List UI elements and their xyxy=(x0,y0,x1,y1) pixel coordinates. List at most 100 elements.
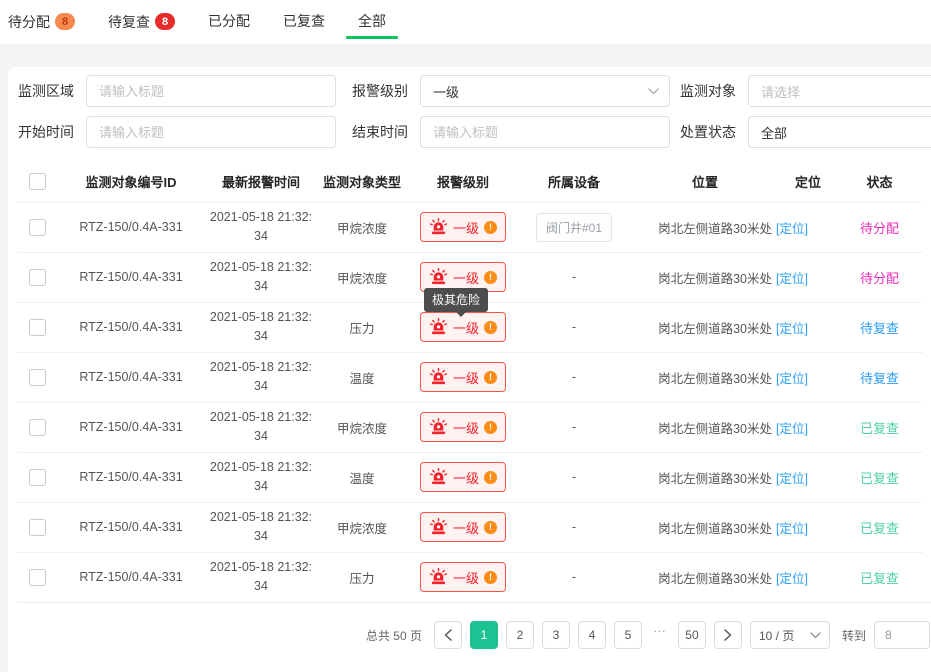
cell-location: 岗北左侧道路30米处 [定位] xyxy=(630,402,836,452)
tab-pending-assign[interactable]: 待分配 8 xyxy=(8,13,75,42)
table-body: RTZ-150/0.4A-331 2021-05-18 21:32:34 甲烷浓… xyxy=(18,202,923,602)
locate-link[interactable]: [定位] xyxy=(776,372,808,386)
page-button-50[interactable]: 50 xyxy=(678,621,706,649)
status-badge: 待分配 xyxy=(836,202,923,252)
alert-dot-icon: ! xyxy=(484,571,497,584)
siren-icon xyxy=(429,568,448,586)
table-row: RTZ-150/0.4A-331 2021-05-18 21:32:34 甲烷浓… xyxy=(18,502,923,552)
handle-status-select[interactable]: 全部 xyxy=(748,116,931,148)
row-checkbox[interactable] xyxy=(29,319,46,336)
page-button-4[interactable]: 4 xyxy=(578,621,606,649)
status-badge: 待分配 xyxy=(836,252,923,302)
jump-to-input[interactable] xyxy=(874,621,930,649)
cell-location: 岗北左侧道路30米处 [定位] xyxy=(630,452,836,502)
page-button-2[interactable]: 2 xyxy=(506,621,534,649)
cell-object-type: 温度 xyxy=(316,352,408,402)
page-size-select[interactable]: 10 / 页 xyxy=(750,621,830,649)
locate-link[interactable]: [定位] xyxy=(776,522,808,536)
tab-assigned[interactable]: 已分配 xyxy=(208,13,250,41)
alert-dot-icon: ! xyxy=(484,221,497,234)
row-checkbox[interactable] xyxy=(29,269,46,286)
alarm-management-page: 待分配 8 待复查 8 已分配 已复查 全部 监测区域 报警级别 一级 xyxy=(0,0,931,672)
siren-icon xyxy=(429,368,448,386)
cell-alarm-time: 2021-05-18 21:32:34 xyxy=(208,558,314,597)
alarm-level-badge[interactable]: 一级 ! xyxy=(420,412,506,442)
row-checkbox[interactable] xyxy=(29,419,46,436)
danger-tooltip: 极其危险 xyxy=(424,288,488,312)
alarm-level-badge[interactable]: 一级 ! xyxy=(420,562,506,592)
row-checkbox[interactable] xyxy=(29,469,46,486)
tab-label: 已复查 xyxy=(283,13,325,29)
cell-object-id: RTZ-150/0.4A-331 xyxy=(56,402,206,452)
header-object-type: 监测对象类型 xyxy=(316,162,408,202)
select-all-checkbox[interactable] xyxy=(29,173,46,190)
table-bottom-divider xyxy=(18,602,931,603)
location-text: 岗北左侧道路30米处 xyxy=(658,472,772,486)
siren-icon xyxy=(429,418,448,436)
alarm-level-text: 一级 xyxy=(453,218,479,237)
cell-alarm-time: 2021-05-18 21:32:34 xyxy=(208,508,314,547)
locate-link[interactable]: [定位] xyxy=(776,322,808,336)
row-checkbox[interactable] xyxy=(29,369,46,386)
alarm-level-select[interactable]: 一级 xyxy=(420,75,670,107)
alarm-level-badge[interactable]: 一级 ! xyxy=(420,212,506,242)
alarm-level-badge[interactable]: 一级 ! xyxy=(420,512,506,542)
locate-link[interactable]: [定位] xyxy=(776,572,808,586)
cell-object-id: RTZ-150/0.4A-331 xyxy=(56,452,206,502)
alert-dot-icon: ! xyxy=(484,421,497,434)
pagination-ellipsis[interactable]: ... xyxy=(650,621,670,649)
row-checkbox[interactable] xyxy=(29,219,46,236)
status-badge: 已复查 xyxy=(836,552,923,602)
locate-link[interactable]: [定位] xyxy=(776,222,808,236)
locate-link[interactable]: [定位] xyxy=(776,422,808,436)
prev-page-button[interactable] xyxy=(434,621,462,649)
start-time-input[interactable] xyxy=(86,116,336,148)
cell-alarm-time: 2021-05-18 21:32:34 xyxy=(208,208,314,247)
chevron-right-icon xyxy=(724,629,732,641)
chevron-down-icon xyxy=(648,88,659,95)
cell-object-type: 甲烷浓度 xyxy=(316,202,408,252)
tab-pending-recheck[interactable]: 待复查 8 xyxy=(108,13,175,42)
cell-device: 阀门井#01 xyxy=(518,202,630,252)
tab-all[interactable]: 全部 xyxy=(358,13,386,41)
alarm-level-badge[interactable]: 一级 ! xyxy=(420,462,506,492)
row-checkbox[interactable] xyxy=(29,519,46,536)
siren-icon xyxy=(429,318,448,336)
monitor-target-select[interactable]: 请选择 xyxy=(748,75,931,107)
location-text: 岗北左侧道路30米处 xyxy=(658,222,772,236)
alarm-level-badge[interactable]: 一级 ! xyxy=(420,362,506,392)
region-input[interactable] xyxy=(86,75,336,107)
alarm-level-text: 一级 xyxy=(453,268,479,287)
header-status: 状态 xyxy=(836,162,923,202)
page-button-1[interactable]: 1 xyxy=(470,621,498,649)
locate-link[interactable]: [定位] xyxy=(776,272,808,286)
cell-alarm-time: 2021-05-18 21:32:34 xyxy=(208,358,314,397)
locate-link[interactable]: [定位] xyxy=(776,472,808,486)
page-button-5[interactable]: 5 xyxy=(614,621,642,649)
end-time-input[interactable] xyxy=(420,116,670,148)
table-header-row: 监测对象编号ID 最新报警时间 监测对象类型 报警级别 所属设备 位置 定位 状… xyxy=(18,162,923,202)
header-location: 位置 xyxy=(630,162,780,202)
tab-label: 全部 xyxy=(358,13,386,29)
page-buttons-container: 12345... 50 xyxy=(470,621,706,649)
location-text: 岗北左侧道路30米处 xyxy=(658,422,772,436)
siren-icon xyxy=(429,268,448,286)
table-row: RTZ-150/0.4A-331 2021-05-18 21:32:34 甲烷浓… xyxy=(18,402,923,452)
cell-location: 岗北左侧道路30米处[定位] xyxy=(630,552,836,602)
header-device: 所属设备 xyxy=(518,162,630,202)
page-button-3[interactable]: 3 xyxy=(542,621,570,649)
tab-rechecked[interactable]: 已复查 xyxy=(283,13,325,41)
cell-location: 岗北左侧道路30米处[定位] xyxy=(630,502,836,552)
filter-row-2: 开始时间 结束时间 处置状态 全部 xyxy=(18,116,931,148)
row-checkbox[interactable] xyxy=(29,569,46,586)
cell-alarm-time: 2021-05-18 21:32:34 xyxy=(208,458,314,497)
cell-object-type: 甲烷浓度 xyxy=(316,502,408,552)
device-tag: 阀门井#01 xyxy=(536,213,612,242)
select-value: 全部 xyxy=(761,123,787,142)
alert-dot-icon: ! xyxy=(484,471,497,484)
next-page-button[interactable] xyxy=(714,621,742,649)
pagination: 总共 50 页 12345...50 10 / 页 转到 xyxy=(18,621,931,649)
cell-alarm-time: 2021-05-18 21:32:34 xyxy=(208,308,314,347)
alarm-level-text: 一级 xyxy=(453,418,479,437)
select-placeholder: 请选择 xyxy=(761,82,800,101)
